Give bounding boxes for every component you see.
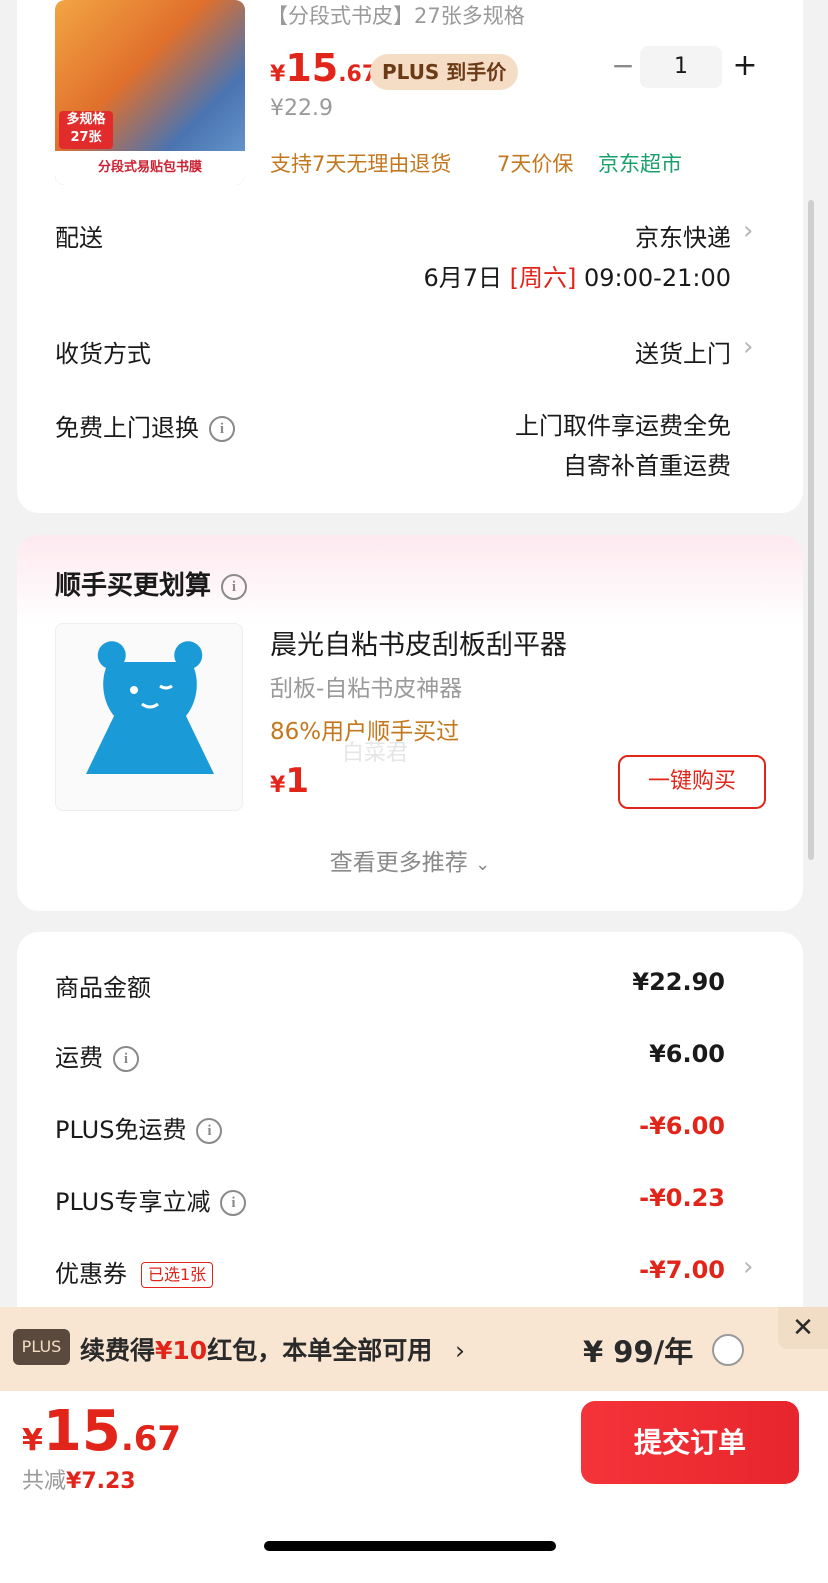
coupon-badge: 已选1张 [141, 1262, 214, 1288]
product-thumbnail[interactable]: 多规格 27张 分段式易贴包书膜 [55, 0, 245, 185]
info-icon[interactable]: i [220, 1190, 247, 1216]
chevron-right-icon[interactable]: › [743, 216, 763, 246]
order-page: 多规格 27张 分段式易贴包书膜 【分段式书皮】27张多规格 ¥15.67 PL… [0, 0, 828, 1583]
plus-annual-price: ¥ 99/年 [583, 1335, 694, 1369]
addon-thumbnail[interactable] [55, 623, 243, 811]
checkout-bar: ¥15.67 共减¥7.23 提交订单 [0, 1391, 828, 1583]
summary-plus-freeship-label: PLUS免运费 i [55, 1110, 223, 1145]
delivery-hours: 09:00-21:00 [584, 264, 731, 292]
total-saved[interactable]: 共减¥7.23 [22, 1463, 136, 1495]
shipping-label-text: 运费 [55, 1044, 103, 1072]
watermark: 白菜君 [342, 741, 409, 766]
quantity-field[interactable]: 1 [640, 46, 722, 88]
price-int: 15 [285, 46, 339, 90]
delivery-date: 6月7日 [423, 264, 502, 292]
addon-price-symbol: ¥ [270, 773, 286, 798]
chevron-right-icon[interactable]: › [743, 332, 763, 362]
returns-label-text: 免费上门退换 [55, 414, 199, 442]
addon-title-text: 顺手买更划算 [55, 571, 212, 601]
total-price: ¥15.67 [22, 1399, 181, 1464]
addon-title: 顺手买更划算 i [55, 565, 248, 602]
chevron-right-icon: › [454, 1336, 465, 1365]
saved-amount: ¥7.23 [66, 1469, 136, 1494]
coupon-label-text: 优惠券 [55, 1260, 127, 1288]
total-price-int: 15 [42, 1399, 121, 1464]
plus-freeship-text: PLUS免运费 [55, 1116, 187, 1144]
receive-label: 收货方式 [55, 340, 151, 368]
plus-price-pill: PLUS 到手价 [370, 54, 519, 90]
delivery-weekday: [周六] [509, 264, 577, 292]
delivery-label: 配送 [55, 224, 103, 252]
plus-discount-text: PLUS专享立减 [55, 1188, 211, 1216]
total-price-dec: .67 [120, 1419, 182, 1459]
qty-increment-button[interactable]: + [729, 48, 761, 84]
service-price-protect: 7天价保 [497, 152, 574, 176]
saved-label: 共减 [22, 1469, 67, 1494]
thumb-tag: 多规格 27张 [59, 111, 113, 149]
info-icon[interactable]: i [221, 573, 248, 600]
delivery-carrier[interactable]: 京东快递 [635, 218, 731, 253]
price-symbol: ¥ [270, 62, 286, 87]
home-indicator[interactable] [264, 1541, 556, 1551]
summary-shipping-label: 运费 i [55, 1038, 139, 1073]
chevron-right-icon[interactable]: › [743, 1252, 763, 1282]
thumb-banner: 分段式易贴包书膜 [55, 151, 245, 185]
addon-card: 顺手买更划算 i 晨光自粘书皮刮板刮平器 刮板-自粘书皮神器 86%用户顺手买过 … [17, 535, 803, 911]
summary-plus-freeship-value: -¥6.00 [639, 1112, 725, 1140]
returns-line1: 上门取件享运费全免 [515, 412, 731, 440]
addon-product-name[interactable]: 晨光自粘书皮刮板刮平器 [270, 623, 567, 662]
service-store: 京东超市 [598, 152, 682, 176]
addon-product-sub: 刮板-自粘书皮神器 [270, 676, 463, 702]
summary-plus-discount-label: PLUS专享立减 i [55, 1182, 247, 1217]
summary-goods-value: ¥22.90 [632, 968, 725, 996]
price-summary-card: 商品金额 ¥22.90 运费 i ¥6.00 PLUS免运费 i -¥6.00 PL… [17, 932, 803, 1352]
info-icon[interactable]: i [113, 1046, 139, 1072]
product-title[interactable]: 【分段式书皮】27张多规格 [267, 0, 525, 30]
total-price-symbol: ¥ [22, 1423, 43, 1458]
info-icon[interactable]: i [209, 416, 235, 442]
more-label: 查看更多推荐 [329, 850, 468, 876]
chevron-down-icon: ⌄ [475, 854, 491, 875]
more-recommendations-link[interactable]: 查看更多推荐 ⌄ [17, 843, 803, 877]
one-click-buy-button[interactable]: 一键购买 [618, 755, 766, 809]
submit-order-button[interactable]: 提交订单 [581, 1401, 799, 1484]
summary-plus-discount-value: -¥0.23 [639, 1184, 725, 1212]
product-card: 多规格 27张 分段式易贴包书膜 【分段式书皮】27张多规格 ¥15.67 PL… [17, 0, 803, 513]
original-price: ¥22.9 [270, 96, 333, 121]
plus-text-amount: ¥10 [155, 1336, 208, 1365]
addon-price: ¥1 [270, 761, 309, 801]
qty-decrement-button[interactable]: − [607, 50, 639, 82]
scrollbar[interactable] [808, 200, 814, 860]
plus-select-radio[interactable] [712, 1334, 744, 1366]
plus-text-b: 红包，本单全部可用 [207, 1336, 433, 1365]
plus-text-a: 续费得 [80, 1336, 156, 1365]
bear-scraper-icon [86, 641, 214, 774]
summary-coupon-value[interactable]: -¥7.00 [639, 1256, 725, 1284]
summary-coupon-label[interactable]: 优惠券 已选1张 [55, 1254, 214, 1289]
addon-price-int: 1 [285, 761, 309, 801]
info-icon[interactable]: i [196, 1118, 223, 1144]
plus-renewal-bar[interactable]: PLUS 续费得¥10红包，本单全部可用 › ¥ 99/年 ✕ [0, 1307, 828, 1391]
returns-line2: 自寄补首重运费 [563, 452, 731, 480]
summary-shipping-value: ¥6.00 [649, 1040, 725, 1068]
summary-goods-label: 商品金额 [55, 974, 151, 1002]
product-price: ¥15.67 [270, 46, 377, 90]
plus-logo: PLUS [13, 1329, 70, 1365]
delivery-time[interactable]: 6月7日 [周六] 09:00-21:00 [423, 258, 731, 293]
receive-value[interactable]: 送货上门 [635, 334, 731, 369]
service-return: 支持7天无理由退货 [270, 152, 452, 176]
plus-renewal-text[interactable]: 续费得¥10红包，本单全部可用 › [80, 1331, 465, 1367]
close-icon[interactable]: ✕ [778, 1307, 828, 1349]
returns-label: 免费上门退换 i [55, 408, 235, 443]
